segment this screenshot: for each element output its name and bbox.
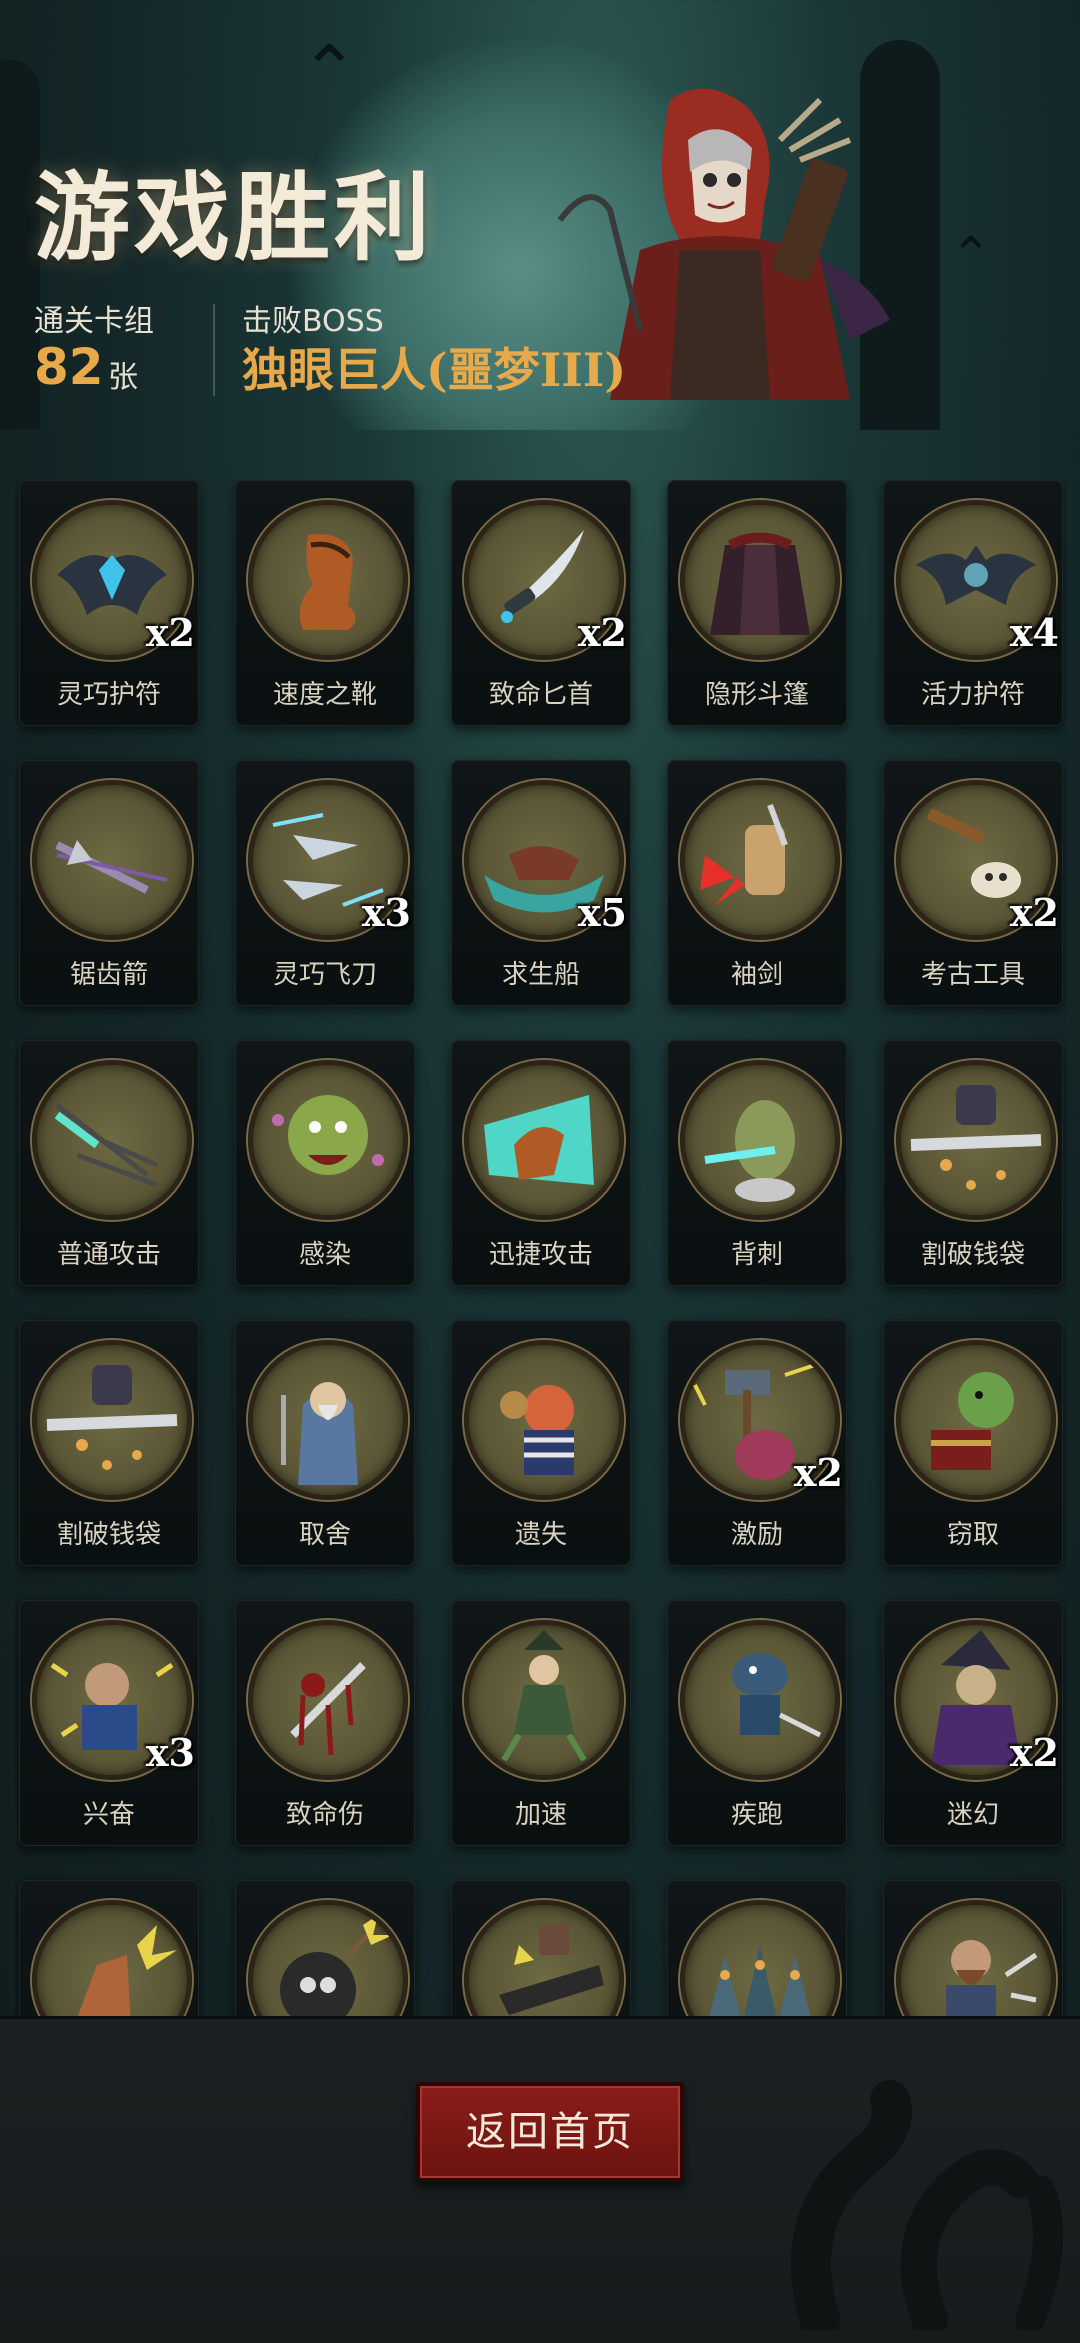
card-tile[interactable]: 致命伤 [235,1600,415,1846]
card-tile[interactable]: 窃取 [883,1320,1063,1566]
card-tile[interactable]: 迅捷攻击 [451,1040,631,1286]
victory-title: 游戏胜利 [34,161,434,274]
card-tile[interactable]: 疾跑 [667,1600,847,1846]
card-tile[interactable]: 加速 [451,1600,631,1846]
card-tile[interactable] [451,1880,631,2016]
backstab-icon [680,1060,840,1220]
card-name: 遗失 [514,1520,567,1550]
goblin-chest-icon [896,1340,1056,1500]
card-name: 灵巧飞刀 [272,960,377,990]
card-tile[interactable] [667,1880,847,2016]
card-name: 割破钱袋 [920,1240,1025,1270]
arrow-volley-icon [32,1060,192,1220]
card-tile[interactable]: 普通攻击 [19,1040,199,1286]
card-tile[interactable]: x2 致命匕首 [451,480,631,726]
card-name: 灵巧护符 [56,680,161,710]
card-tile[interactable]: x2 激励 [667,1320,847,1566]
card-name: 速度之靴 [272,680,377,710]
card-name: 迅捷攻击 [488,1240,593,1270]
card-count-badge: x2 [145,610,195,655]
card-tile[interactable]: x3 兴奋 [19,1600,199,1846]
card-tile[interactable]: 取舍 [235,1320,415,1566]
card-tile[interactable]: 隐形斗篷 [667,480,847,726]
card-tile[interactable]: 割破钱袋 [883,1040,1063,1286]
card-tile[interactable]: 遗失 [451,1320,631,1566]
victory-header: ⌃ ⌃ 游戏胜利 通关卡组 82 张 击败BOSS 独眼巨人(噩梦III) [0,0,1080,430]
card-name: 背刺 [730,1240,783,1270]
card-tile[interactable]: 感染 [235,1040,415,1286]
card-grid[interactable]: x2 灵巧护符 速度之靴 x2 致命匕首 隐形斗篷 x4 活力护符锯齿箭 x3 灵巧飞刀 x5 求生船… [15,480,1067,2016]
cloak-icon [680,500,840,660]
sleeve-blade-icon [680,780,840,940]
card-tile[interactable]: 袖剑 [667,760,847,1006]
card-tile[interactable] [883,1880,1063,2016]
card-count-badge: x2 [1009,890,1059,935]
deck-count: 82 [34,338,104,396]
goblin-icon [248,1060,408,1220]
card-name: 普通攻击 [56,1240,161,1270]
card-name: 窃取 [946,1520,999,1550]
back-home-button[interactable]: 返回首页 [416,2082,684,2182]
card-tile[interactable] [19,1880,199,2016]
card-tile[interactable]: x2 灵巧护符 [19,480,199,726]
boss-name: 独眼巨人(噩梦III) [242,343,627,397]
bat-icon: ⌃ [300,30,359,112]
card-count-badge: x2 [577,610,627,655]
card-tile[interactable]: x2 迷幻 [883,1600,1063,1846]
gun-icon [464,1900,624,2016]
card-name: 加速 [514,1800,567,1830]
card-tile[interactable]: x3 灵巧飞刀 [235,760,415,1006]
card-name: 致命匕首 [488,680,593,710]
card-count-badge: x3 [145,1730,195,1775]
card-tile[interactable]: 割破钱袋 [19,1320,199,1566]
bat-icon: ⌃ [950,226,992,284]
blood-blade-icon [248,1620,408,1780]
card-count-badge: x3 [361,890,411,935]
runner-icon [680,1620,840,1780]
card-name: 锯齿箭 [69,960,148,990]
old-man-icon [248,1340,408,1500]
card-name: 求生船 [501,960,580,990]
card-name: 感染 [298,1240,351,1270]
arrow-icon [32,780,192,940]
card-name: 兴奋 [82,1800,135,1830]
cut-purse-icon [896,1060,1056,1220]
boot-icon [248,500,408,660]
card-tile[interactable]: x5 求生船 [451,760,631,1006]
card-name: 取舍 [298,1520,351,1550]
card-name: 活力护符 [920,680,1025,710]
punch-icon [32,1900,192,2016]
bomb-icon [248,1900,408,2016]
card-tile[interactable]: 背刺 [667,1040,847,1286]
deck-label: 通关卡组 [34,304,154,339]
card-name: 致命伤 [285,1800,364,1830]
card-name: 考古工具 [920,960,1025,990]
card-count-badge: x2 [793,1450,843,1495]
hooded-crowd-icon [680,1900,840,2016]
card-name: 激励 [730,1520,783,1550]
card-tile[interactable] [235,1880,415,2016]
card-name: 迷幻 [946,1800,999,1830]
card-name: 疾跑 [730,1800,783,1830]
card-name: 割破钱袋 [56,1520,161,1550]
stats-divider [213,304,215,396]
pirate-icon [464,1340,624,1500]
card-count-badge: x5 [577,890,627,935]
card-count-badge: x4 [1009,610,1059,655]
witch-run-icon [464,1620,624,1780]
card-name: 袖剑 [730,960,783,990]
cut-purse-icon [32,1340,192,1500]
card-tile[interactable]: x4 活力护符 [883,480,1063,726]
card-tile[interactable]: x2 考古工具 [883,760,1063,1006]
swift-strike-icon [464,1060,624,1220]
deck-unit: 张 [108,360,138,395]
tentacle-decoration [791,2080,1063,2330]
card-tile[interactable]: 锯齿箭 [19,760,199,1006]
card-name: 隐形斗篷 [704,680,809,710]
card-count-badge: x2 [1009,1730,1059,1775]
card-tile[interactable]: 速度之靴 [235,480,415,726]
dwarf-icon [896,1900,1056,2016]
